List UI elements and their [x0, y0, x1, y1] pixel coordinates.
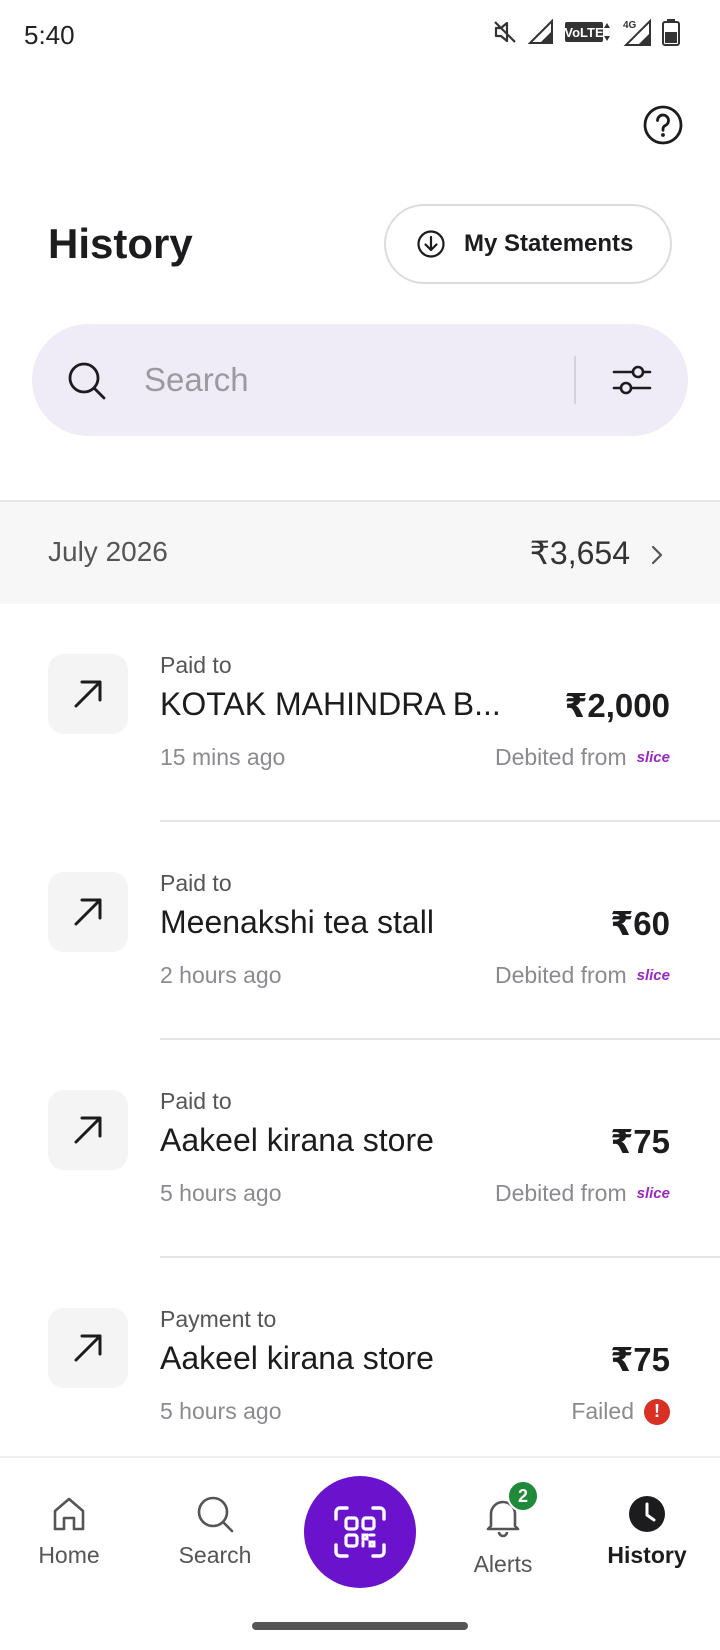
filter-icon[interactable] — [610, 358, 654, 402]
month-label: July 2026 — [48, 536, 168, 567]
transaction-icon-box — [48, 1090, 128, 1170]
status-time: 5:40 — [24, 20, 75, 50]
transaction-status: Failed ! — [571, 1398, 670, 1425]
transaction-amount: ₹75 — [610, 1341, 670, 1378]
transaction-status-text: Failed — [571, 1398, 634, 1424]
mute-icon — [494, 21, 516, 43]
search-divider — [574, 356, 576, 404]
qr-scan-icon — [334, 1506, 386, 1558]
arrow-up-right-icon — [74, 1116, 102, 1144]
transaction-amount: ₹60 — [610, 905, 670, 942]
transaction-time: 2 hours ago — [160, 962, 282, 988]
transaction-time: 5 hours ago — [160, 1180, 282, 1206]
search-bar[interactable] — [32, 324, 688, 436]
transaction-time: 5 hours ago — [160, 1398, 282, 1424]
arrow-up-right-icon — [74, 680, 102, 708]
slice-logo: slice — [636, 967, 670, 984]
4g-signal-icon: 4G — [623, 18, 651, 46]
transaction-icon-box — [48, 1308, 128, 1388]
nav-home[interactable]: Home — [4, 1494, 134, 1569]
transaction-icon-box — [48, 872, 128, 952]
volte-label: VoLTE — [564, 25, 604, 40]
month-total: ₹3,654 — [529, 535, 630, 571]
clock-icon — [629, 1496, 665, 1532]
my-statements-button[interactable]: My Statements — [384, 204, 672, 284]
signal-icon — [528, 19, 553, 44]
page-title: History — [48, 220, 193, 267]
network-label: 4G — [623, 20, 637, 31]
home-icon — [53, 1497, 85, 1531]
transaction-name: Meenakshi tea stall — [160, 904, 434, 940]
status-icons: VoLTE 4G — [492, 18, 680, 46]
transaction-status: Debited from slice — [495, 744, 670, 771]
error-icon: ! — [644, 1398, 670, 1425]
scan-qr-button[interactable] — [304, 1476, 416, 1588]
transaction-type: Payment to — [160, 1306, 277, 1332]
alerts-icon-wrap: 2 — [481, 1480, 539, 1543]
nav-history-label: History — [607, 1542, 687, 1568]
transaction-row[interactable]: Paid to Meenakshi tea stall ₹60 2 hours … — [0, 822, 720, 1040]
transaction-icon-box — [48, 654, 128, 734]
slice-logo: slice — [636, 749, 670, 766]
alerts-badge: 2 — [507, 1480, 539, 1512]
month-header[interactable]: July 2026 ₹3,654 — [0, 502, 720, 604]
volte-icon: VoLTE — [564, 22, 610, 42]
nav-search-label: Search — [178, 1542, 252, 1568]
search-icon — [68, 362, 106, 400]
transaction-name: KOTAK MAHINDRA B... — [160, 686, 501, 722]
transaction-name: Aakeel kirana store — [160, 1122, 434, 1158]
help-button[interactable] — [642, 104, 684, 146]
battery-icon — [662, 19, 680, 46]
transaction-name: Aakeel kirana store — [160, 1340, 434, 1376]
transaction-status: Debited from slice — [495, 1180, 670, 1207]
transaction-type: Paid to — [160, 1088, 232, 1114]
transaction-status: Debited from slice — [495, 962, 670, 989]
chevron-right-icon — [651, 545, 663, 565]
transaction-row[interactable]: Paid to Aakeel kirana store ₹75 5 hours … — [0, 1040, 720, 1258]
download-icon — [417, 230, 445, 258]
nav-alerts-label: Alerts — [473, 1551, 533, 1577]
nav-home-label: Home — [38, 1542, 100, 1568]
transaction-time: 15 mins ago — [160, 744, 286, 770]
bottom-nav: Home Search 2 Alerts History — [0, 1456, 720, 1650]
transaction-type: Paid to — [160, 870, 232, 896]
home-indicator — [252, 1622, 468, 1630]
search-input[interactable] — [144, 354, 584, 406]
search-icon — [197, 1496, 234, 1533]
slice-logo: slice — [636, 1185, 670, 1202]
arrow-up-right-icon — [74, 898, 102, 926]
nav-history[interactable]: History — [582, 1494, 712, 1569]
my-statements-label: My Statements — [464, 230, 634, 257]
transaction-type: Paid to — [160, 652, 232, 678]
transaction-status-text: Debited from — [494, 962, 627, 988]
status-bar: 5:40 VoLTE 4G — [0, 0, 720, 74]
nav-search[interactable]: Search — [150, 1494, 280, 1569]
transaction-row[interactable]: Paid to KOTAK MAHINDRA B... ₹2,000 15 mi… — [0, 604, 720, 822]
transaction-row[interactable]: Payment to Aakeel kirana store ₹75 5 hou… — [0, 1258, 720, 1456]
nav-alerts[interactable]: 2 Alerts — [438, 1480, 568, 1578]
transaction-amount: ₹2,000 — [564, 687, 670, 724]
transaction-status-text: Debited from — [494, 1180, 627, 1206]
transaction-amount: ₹75 — [610, 1123, 670, 1160]
arrow-up-right-icon — [74, 1334, 102, 1362]
transaction-status-text: Debited from — [494, 744, 627, 770]
help-icon — [643, 105, 683, 145]
